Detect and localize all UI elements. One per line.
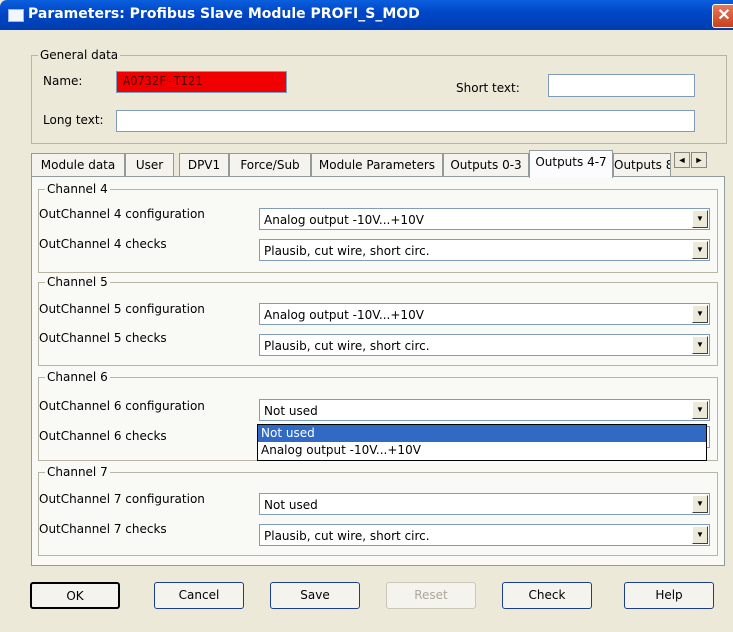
tab-module-parameters[interactable]: Module Parameters: [311, 153, 443, 177]
channel-6-legend: Channel 6: [45, 370, 110, 384]
channel-6-checks-label: OutChannel 6 checks: [39, 429, 167, 443]
tab-strip: Module data User DPV1 Force/Sub Module P…: [31, 150, 725, 178]
channel-7-group: Channel 7 OutChannel 7 configuration Not…: [38, 465, 718, 556]
channel-7-checks-value: Plausib, cut wire, short circ.: [264, 529, 430, 543]
channel-5-config-value: Analog output -10V...+10V: [264, 308, 424, 322]
cancel-button[interactable]: Cancel: [154, 582, 244, 609]
dropdown-option-not-used[interactable]: Not used: [258, 425, 706, 442]
tab-force-sub[interactable]: Force/Sub: [229, 153, 311, 177]
tab-user[interactable]: User: [125, 153, 174, 177]
tab-outputs-8[interactable]: Outputs 8: [613, 153, 671, 177]
channel-4-group: Channel 4 OutChannel 4 configuration Ana…: [38, 182, 718, 273]
tab-dpv1[interactable]: DPV1: [179, 153, 229, 177]
channel-4-legend: Channel 4: [45, 182, 110, 196]
help-button[interactable]: Help: [624, 582, 714, 609]
channel-7-config-value: Not used: [264, 498, 318, 512]
ok-button[interactable]: OK: [30, 582, 120, 609]
channel-6-config-label: OutChannel 6 configuration: [39, 399, 205, 413]
channel-4-config-label: OutChannel 4 configuration: [39, 207, 205, 221]
reset-button: Reset: [386, 582, 476, 609]
name-field[interactable]: AO732F-TI21: [116, 71, 287, 93]
channel-5-checks-label: OutChannel 5 checks: [39, 331, 167, 345]
outputs-4-7-panel: Channel 4 OutChannel 4 configuration Ana…: [31, 176, 725, 566]
channel-5-checks-value: Plausib, cut wire, short circ.: [264, 339, 430, 353]
channel-4-checks-label: OutChannel 4 checks: [39, 237, 167, 251]
short-text-label: Short text:: [456, 81, 520, 95]
window-title: Parameters: Profibus Slave Module PROFI_…: [28, 6, 420, 22]
tab-outputs-0-3[interactable]: Outputs 0-3: [443, 153, 529, 177]
channel-5-checks-select[interactable]: Plausib, cut wire, short circ. ▼: [259, 334, 710, 356]
short-text-field[interactable]: [548, 74, 695, 97]
tab-outputs-4-7[interactable]: Outputs 4-7: [529, 150, 613, 178]
chevron-down-icon[interactable]: ▼: [692, 401, 708, 419]
save-button[interactable]: Save: [270, 582, 360, 609]
channel-4-config-value: Analog output -10V...+10V: [264, 213, 424, 227]
long-text-field[interactable]: [116, 110, 695, 132]
name-label: Name:: [43, 74, 83, 88]
channel-4-config-select[interactable]: Analog output -10V...+10V ▼: [259, 208, 710, 230]
long-text-label: Long text:: [43, 113, 104, 127]
general-data-legend: General data: [38, 48, 121, 62]
channel-5-legend: Channel 5: [45, 275, 110, 289]
channel-7-legend: Channel 7: [45, 465, 110, 479]
tab-scroll-left-button[interactable]: ◄: [674, 152, 690, 168]
channel-5-config-select[interactable]: Analog output -10V...+10V ▼: [259, 303, 710, 325]
tab-scroll-right-button[interactable]: ►: [691, 152, 707, 168]
channel-5-config-label: OutChannel 5 configuration: [39, 302, 205, 316]
general-data-group: General data Name: AO732F-TI21 Short tex…: [31, 48, 727, 144]
chevron-down-icon[interactable]: ▼: [692, 210, 708, 228]
tab-module-data[interactable]: Module data: [31, 153, 125, 177]
chevron-down-icon[interactable]: ▼: [692, 336, 708, 354]
channel-4-checks-value: Plausib, cut wire, short circ.: [264, 244, 430, 258]
channel-6-config-select[interactable]: Not used ▼: [259, 399, 710, 421]
chevron-down-icon[interactable]: ▼: [692, 495, 708, 513]
title-bar: Parameters: Profibus Slave Module PROFI_…: [0, 0, 733, 30]
window-icon: [8, 9, 24, 22]
channel-7-config-select[interactable]: Not used ▼: [259, 493, 710, 515]
channel-7-checks-label: OutChannel 7 checks: [39, 522, 167, 536]
channel-7-checks-select[interactable]: Plausib, cut wire, short circ. ▼: [259, 524, 710, 546]
channel-4-checks-select[interactable]: Plausib, cut wire, short circ. ▼: [259, 239, 710, 261]
dropdown-option-analog-output[interactable]: Analog output -10V...+10V: [258, 442, 706, 459]
channel-6-config-value: Not used: [264, 404, 318, 418]
close-button[interactable]: ✕: [712, 4, 733, 28]
channel-5-group: Channel 5 OutChannel 5 configuration Ana…: [38, 275, 718, 366]
chevron-down-icon[interactable]: ▼: [692, 526, 708, 544]
channel-6-config-dropdown-list: Not used Analog output -10V...+10V: [257, 424, 707, 461]
channel-7-config-label: OutChannel 7 configuration: [39, 492, 205, 506]
check-button[interactable]: Check: [502, 582, 592, 609]
chevron-down-icon[interactable]: ▼: [692, 305, 708, 323]
chevron-down-icon[interactable]: ▼: [692, 241, 708, 259]
